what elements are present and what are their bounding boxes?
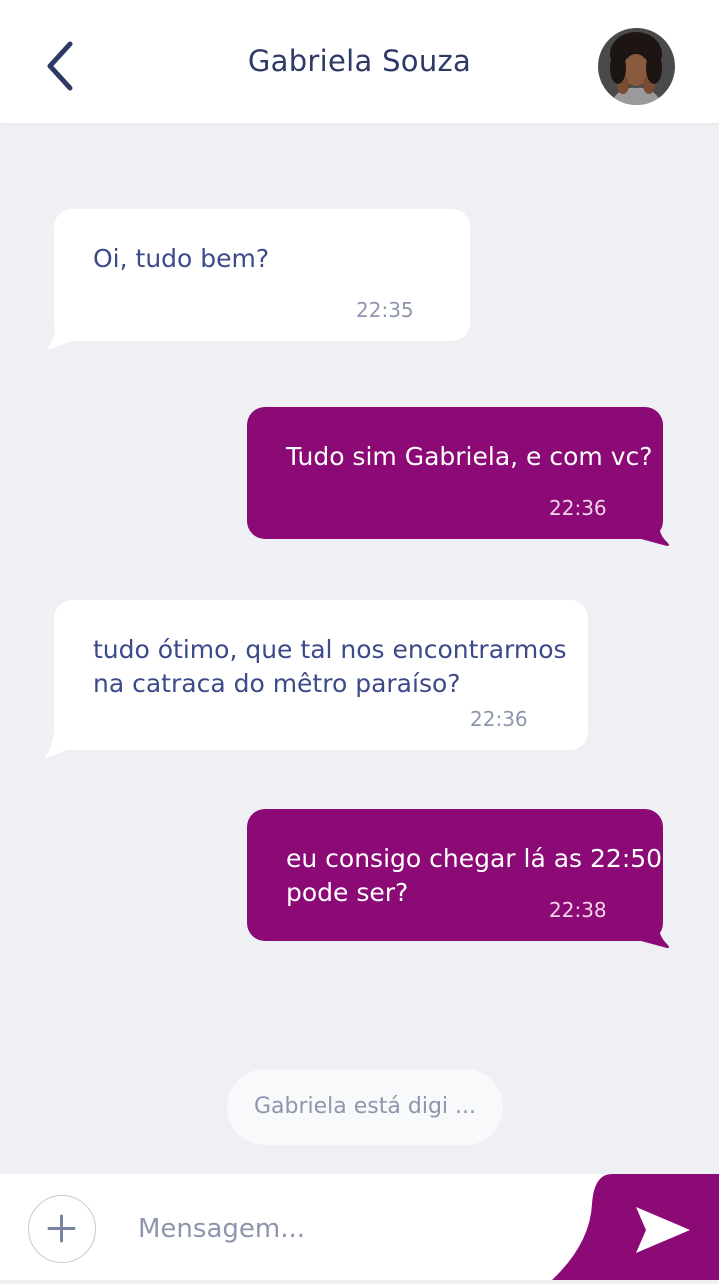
add-attachment-button[interactable] [28,1195,96,1263]
contact-avatar[interactable] [598,28,675,105]
message-bubble-incoming: Oi, tudo bem? 22:35 [54,209,470,341]
message-time: 22:36 [470,707,528,731]
message-text: tudo ótimo, que tal nos encontrarmos na … [93,635,567,698]
chat-header: Gabriela Souza [0,0,719,123]
typing-indicator: Gabriela está digi ... [227,1069,503,1145]
send-button[interactable] [540,1174,719,1280]
bubble-tail [630,908,669,948]
bubble-tail [45,716,78,758]
message-bubble-incoming: tudo ótimo, que tal nos encontrarmos na … [54,600,588,750]
message-composer [0,1174,719,1280]
message-time: 22:38 [549,898,607,922]
message-bubble-outgoing: Tudo sim Gabriela, e com vc? 22:36 [247,407,663,539]
message-input[interactable] [136,1202,540,1256]
plus-icon [47,1214,76,1243]
message-time: 22:36 [549,496,607,520]
message-bubble-outgoing: eu consigo chegar lá as 22:50 pode ser? … [247,809,663,941]
message-time: 22:35 [356,298,414,322]
message-text: Tudo sim Gabriela, e com vc? [286,442,653,471]
bubble-tail [47,308,80,350]
message-text: Oi, tudo bem? [93,244,270,273]
bubble-tail [630,506,669,546]
